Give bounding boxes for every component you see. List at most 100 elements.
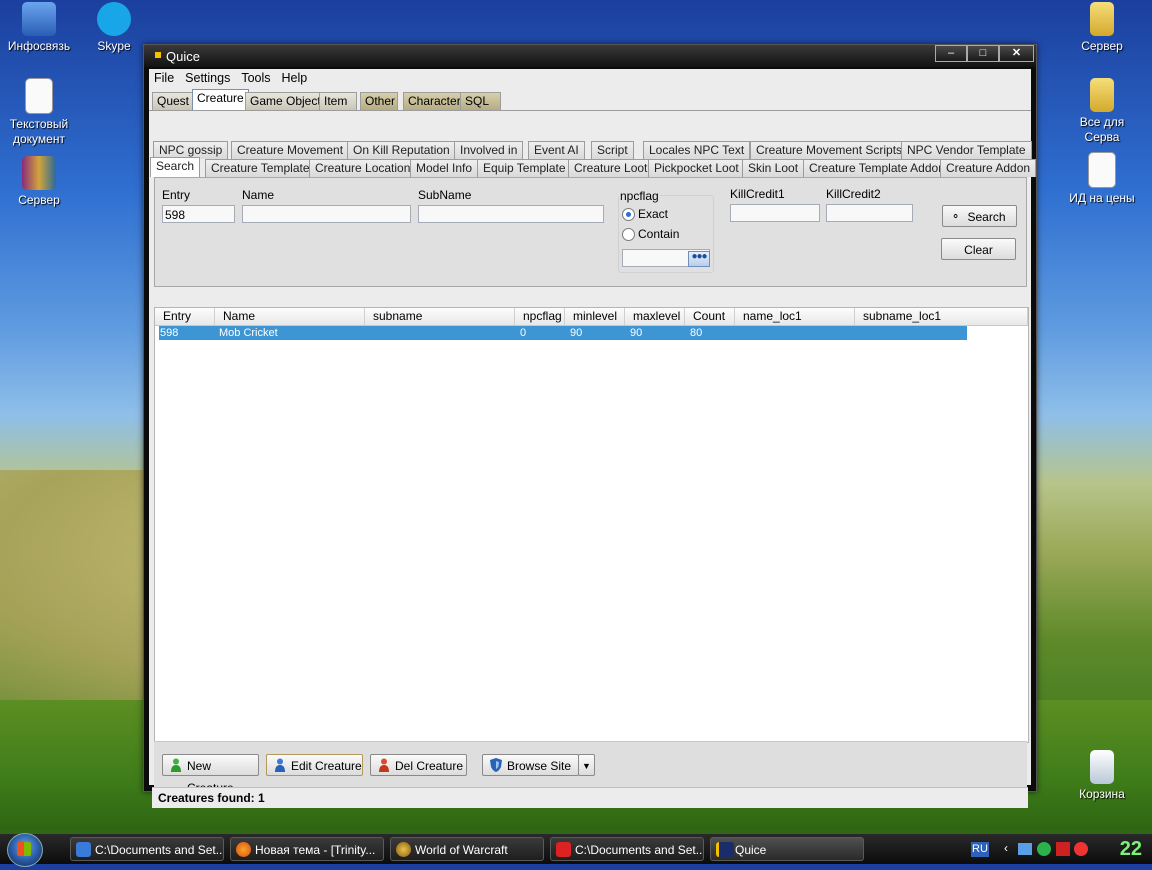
menu-settings[interactable]: Settings <box>180 69 236 85</box>
taskbar-item-firefox[interactable]: Новая тема - [Trinity... <box>230 837 384 861</box>
action-bar: New Creature Edit Creature Del Creature … <box>154 741 1027 795</box>
column-header-maxlevel[interactable]: maxlevel <box>625 308 685 325</box>
subtab-involved-in[interactable]: Involved in <box>454 141 524 159</box>
maximize-button[interactable]: □ <box>967 45 999 62</box>
edit-creature-label: Edit Creature <box>291 759 362 773</box>
menu-bar: File Settings Tools Help <box>149 69 1031 89</box>
desktop-icon-skype[interactable]: Skype <box>75 2 153 54</box>
desktop-icon-label: ИД на цены <box>1069 191 1135 205</box>
subtab-npc-vendor-template[interactable]: NPC Vendor Template <box>901 141 1032 159</box>
subtab-creature-movement-scripts[interactable]: Creature Movement Scripts <box>750 141 909 159</box>
cell-npcflag: 0 <box>520 327 527 339</box>
subtab-on-kill-reputation[interactable]: On Kill Reputation <box>347 141 456 159</box>
column-header-npcflag[interactable]: npcflag <box>515 308 565 325</box>
tab-quest[interactable]: Quest <box>152 92 195 110</box>
cell-maxlevel: 90 <box>630 327 643 339</box>
start-button[interactable] <box>7 833 43 867</box>
taskbar-item-wow[interactable]: World of Warcraft <box>390 837 544 861</box>
subtab-equip-template[interactable]: Equip Template <box>477 159 572 177</box>
column-header-name[interactable]: Name <box>215 308 365 325</box>
cell-name: Mob Cricket <box>219 327 278 339</box>
green-user-icon <box>171 758 181 772</box>
subtab-pickpocket-loot[interactable]: Pickpocket Loot <box>648 159 745 177</box>
subtab-event-ai[interactable]: Event AI <box>528 141 585 159</box>
del-creature-label: Del Creature <box>395 759 464 773</box>
desktop-icon-infosvyaz[interactable]: Инфосвязь <box>0 2 78 54</box>
contain-radio[interactable] <box>622 228 635 241</box>
column-header-entry[interactable]: Entry <box>155 308 215 325</box>
taskbar-item-quice[interactable]: Quice <box>710 837 864 861</box>
subtab-creature-template-addon[interactable]: Creature Template Addon <box>803 159 951 177</box>
desktop-icon-label: Текстовый документ <box>9 117 69 146</box>
subtab-skin-loot[interactable]: Skin Loot <box>742 159 805 177</box>
document-icon <box>1088 152 1116 188</box>
killcredit2-field[interactable] <box>826 204 913 222</box>
more-options-button[interactable]: ●●● <box>688 251 710 267</box>
tab-sql[interactable]: SQL <box>460 92 501 110</box>
title-bar[interactable]: Quice – □ ✕ <box>144 45 1036 67</box>
tab-character[interactable]: Character <box>403 92 466 110</box>
killcredit1-field[interactable] <box>730 204 820 222</box>
new-creature-button[interactable]: New Creature <box>162 754 259 795</box>
chevron-left-icon[interactable]: ‹ <box>1004 841 1008 855</box>
column-header-name-loc1[interactable]: name_loc1 <box>735 308 855 325</box>
search-button[interactable]: ⚬ Search <box>942 205 1017 227</box>
column-header-subname-loc1[interactable]: subname_loc1 <box>855 308 1028 325</box>
subname-label: SubName <box>418 188 472 202</box>
menu-file[interactable]: File <box>149 69 180 85</box>
monitor-icon <box>22 2 56 36</box>
menu-tools[interactable]: Tools <box>236 69 276 85</box>
desktop-icon-text-document[interactable]: Текстовый документ <box>0 78 78 147</box>
desktop-icon-recycle-bin[interactable]: Корзина <box>1063 750 1141 802</box>
check-icon[interactable] <box>1037 842 1051 856</box>
teamviewer-icon[interactable] <box>1056 842 1070 856</box>
subtab-locales-npc-text[interactable]: Locales NPC Text <box>643 141 751 159</box>
menu-help[interactable]: Help <box>277 69 314 85</box>
tab-other[interactable]: Other <box>360 92 398 110</box>
grid-header: Entry Name subname npcflag minlevel maxl… <box>155 308 1028 326</box>
subtab-creature-addon[interactable]: Creature Addon <box>940 159 1037 177</box>
subtab-creature-template[interactable]: Creature Template <box>205 159 316 177</box>
network-icon[interactable] <box>1018 843 1032 855</box>
language-indicator[interactable]: RU <box>971 842 989 857</box>
desktop-icon-server-folder[interactable]: Сервер <box>1063 2 1141 54</box>
column-header-minlevel[interactable]: minlevel <box>565 308 625 325</box>
close-button[interactable]: ✕ <box>999 45 1034 62</box>
minimize-button[interactable]: – <box>935 45 967 62</box>
subtab-creature-loot[interactable]: Creature Loot <box>568 159 654 177</box>
desktop-icon-vse-dlya-serva[interactable]: Все для Серва <box>1063 78 1141 145</box>
subname-field[interactable] <box>418 205 604 223</box>
edit-creature-button[interactable]: Edit Creature <box>266 754 363 776</box>
npcflag-group: npcflag Exact Contain ●●● <box>618 189 714 273</box>
name-field[interactable] <box>242 205 411 223</box>
taskbar-item-explorer-1[interactable]: C:\Documents and Set... <box>70 837 224 861</box>
windows-logo-icon <box>17 842 31 856</box>
window-client-area: File Settings Tools Help Quest Creature Gam… <box>149 69 1037 808</box>
entry-field[interactable]: 598 <box>162 205 235 223</box>
exact-radio[interactable] <box>622 208 635 221</box>
subtab-model-info[interactable]: Model Info <box>410 159 479 177</box>
killcredit1-label: KillCredit1 <box>730 187 785 201</box>
column-header-count[interactable]: Count <box>685 308 735 325</box>
results-grid[interactable]: Entry Name subname npcflag minlevel maxl… <box>154 307 1029 743</box>
table-row[interactable]: 598 Mob Cricket 0 90 90 80 <box>159 326 967 340</box>
status-text: Creatures found: 1 <box>158 791 265 805</box>
desktop-icon-server-archive[interactable]: Сервер <box>0 156 78 208</box>
subtab-creature-movement[interactable]: Creature Movement <box>231 141 350 159</box>
del-creature-button[interactable]: Del Creature <box>370 754 467 776</box>
tab-item[interactable]: Item <box>319 92 357 110</box>
browse-site-dropdown-button[interactable]: ▼ <box>578 754 595 776</box>
clear-button[interactable]: Clear <box>941 238 1016 260</box>
desktop-icon-id-na-ceny[interactable]: ИД на цены <box>1063 152 1141 206</box>
tab-game-object[interactable]: Game Object <box>245 92 326 110</box>
blue-user-icon <box>275 758 285 772</box>
avira-tray-icon[interactable] <box>1074 842 1088 856</box>
taskbar-item-explorer-2[interactable]: C:\Documents and Set... <box>550 837 704 861</box>
subtab-creature-location[interactable]: Creature Location <box>309 159 417 177</box>
browse-site-button[interactable]: Browse Site <box>482 754 579 776</box>
column-header-subname[interactable]: subname <box>365 308 515 325</box>
clock[interactable]: 22 <box>1120 838 1142 861</box>
subtab-search[interactable]: Search <box>150 157 201 177</box>
subtab-script[interactable]: Script <box>591 141 634 159</box>
tab-creature[interactable]: Creature <box>192 89 249 110</box>
